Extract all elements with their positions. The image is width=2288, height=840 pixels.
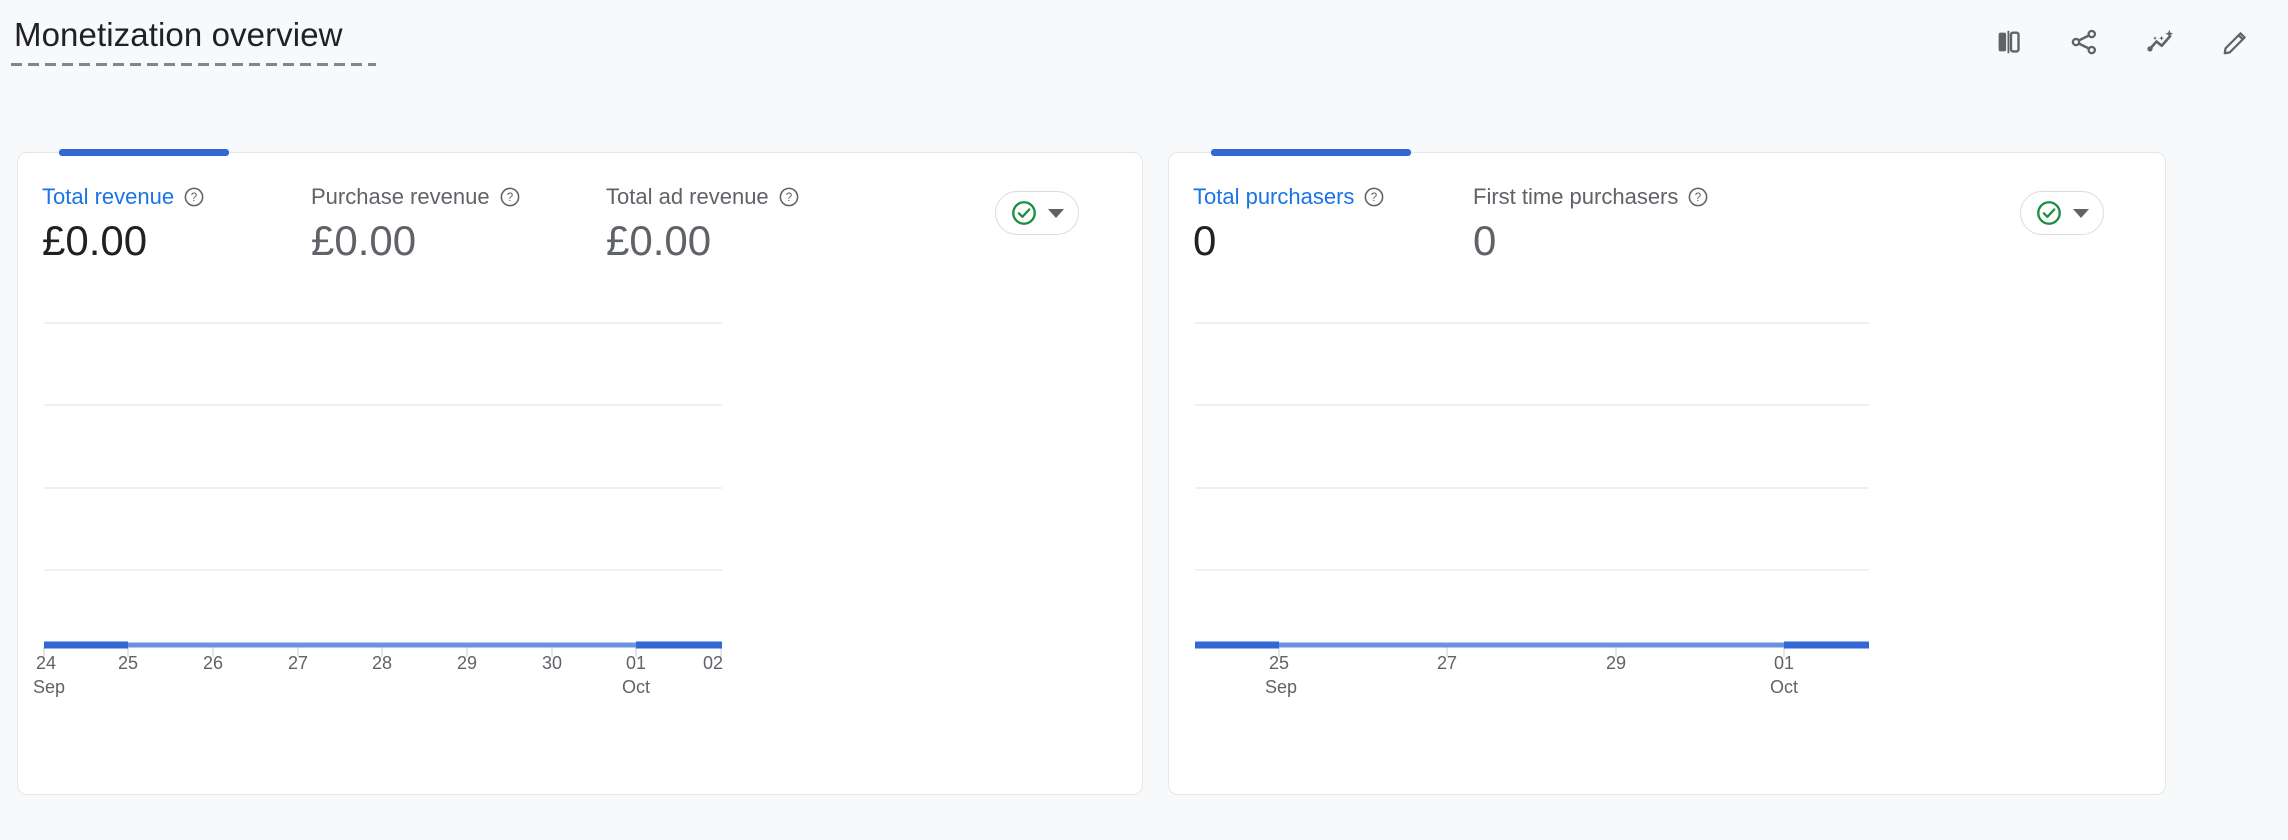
svg-text:28: 28 [372,653,392,673]
edit-icon[interactable] [2212,18,2260,66]
revenue-chart[interactable]: 24 Sep 25 26 27 28 29 30 01 Oct 02 [18,153,1142,794]
svg-text:Sep: Sep [33,677,65,697]
insights-icon[interactable] [2136,18,2184,66]
svg-text:24: 24 [36,653,56,673]
svg-text:26: 26 [203,653,223,673]
purchasers-chart[interactable]: 25 Sep 27 29 01 Oct [1169,153,2165,794]
svg-text:27: 27 [1437,653,1457,673]
page-title: Monetization overview [14,16,343,53]
svg-text:25: 25 [118,653,138,673]
svg-text:25: 25 [1269,653,1289,673]
page-title-underline [11,63,376,66]
header-actions [1984,18,2260,66]
svg-text:02: 02 [703,653,723,673]
svg-text:Oct: Oct [622,677,650,697]
svg-text:Oct: Oct [1770,677,1798,697]
svg-text:Sep: Sep [1265,677,1297,697]
purchasers-card: Total purchasers ? 0 First time purchase… [1168,149,2166,795]
compare-icon[interactable] [1984,18,2032,66]
svg-text:01: 01 [626,653,646,673]
svg-text:29: 29 [457,653,477,673]
svg-text:27: 27 [288,653,308,673]
svg-text:29: 29 [1606,653,1626,673]
svg-text:01: 01 [1774,653,1794,673]
svg-text:30: 30 [542,653,562,673]
share-icon[interactable] [2060,18,2108,66]
page-header: Monetization overview [0,0,2288,100]
monetization-overview-page: Monetization overview Total revenue ? £0… [0,0,2288,840]
revenue-card: Total revenue ? £0.00 Purchase revenue ? [17,149,1143,795]
